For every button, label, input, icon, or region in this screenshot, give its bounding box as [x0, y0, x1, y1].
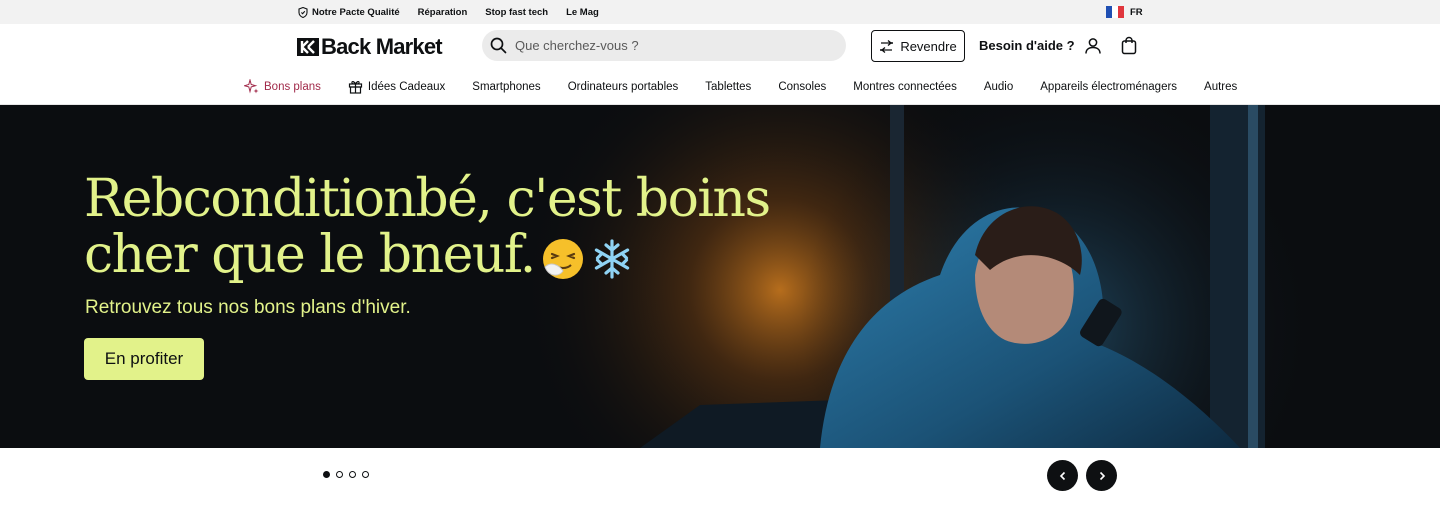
nav-item-label: Montres connectées [853, 80, 957, 93]
hero-title-line-2: cher que le bneuf. [84, 225, 536, 285]
nav-item-label: Ordinateurs portables [567, 80, 679, 93]
nav-item-deals[interactable]: Bons plans [244, 79, 321, 94]
chevron-left-icon [1059, 471, 1065, 480]
nav-item-label: Autres [1204, 80, 1238, 93]
chevron-right-icon [1099, 471, 1105, 480]
shield-icon [298, 6, 308, 18]
sneezing-face-icon [542, 238, 583, 279]
search-bar[interactable] [482, 30, 846, 61]
language-selector[interactable]: FR [1106, 0, 1143, 24]
france-flag-icon [1106, 6, 1124, 18]
nav-item-tablets[interactable]: Tablettes [705, 81, 751, 93]
utility-link-label: Réparation [417, 6, 468, 18]
logo-text: Back Market [321, 34, 443, 59]
nav-item-audio[interactable]: Audio [984, 81, 1013, 93]
nav-item-label: Consoles [778, 80, 827, 93]
hero-title-line-2-wrap: cher que le bneuf. [84, 227, 784, 283]
gift-icon [348, 81, 363, 94]
carousel-next-button[interactable] [1086, 460, 1117, 491]
nav-item-label: Smartphones [472, 80, 541, 93]
search-input[interactable] [515, 38, 815, 53]
utility-link-stop-fast-tech[interactable]: Stop fast tech [485, 7, 548, 18]
snowflake-icon [594, 238, 629, 279]
sell-button[interactable]: Revendre [871, 30, 965, 62]
utility-links: Notre Pacte Qualité Réparation Stop fast… [298, 0, 599, 24]
carousel-dot[interactable] [323, 471, 330, 478]
nav-item-label: Appareils électroménagers [1040, 80, 1178, 93]
carousel-dot[interactable] [336, 471, 343, 478]
sell-button-label: Revendre [900, 38, 957, 54]
nav-item-smartphones[interactable]: Smartphones [472, 81, 540, 93]
nav-item-label: Tablettes [705, 80, 752, 93]
hero-title: Rebconditionbé, c'est boins cher que le … [84, 171, 784, 283]
utility-link-label: Notre Pacte Qualité [312, 6, 400, 18]
logo[interactable]: Back Market [297, 34, 443, 59]
nav-item-consoles[interactable]: Consoles [778, 81, 826, 93]
user-icon[interactable] [1084, 37, 1102, 55]
category-nav-items: Bons plans Idées Cadeaux Smartphones Ord… [244, 68, 1264, 105]
help-link[interactable]: Besoin d'aide ? [979, 38, 1075, 53]
hero-title-line-1: Rebconditionbé, c'est boins [84, 169, 771, 229]
category-nav: Bons plans Idées Cadeaux Smartphones Ord… [0, 68, 1440, 105]
utility-link-mag[interactable]: Le Mag [566, 7, 599, 18]
hero-banner[interactable]: Rebconditionbé, c'est boins cher que le … [0, 105, 1440, 448]
sparkle-icon [244, 79, 259, 94]
nav-item-others[interactable]: Autres [1204, 81, 1237, 93]
shopping-bag-icon[interactable] [1120, 36, 1138, 55]
carousel-prev-button[interactable] [1047, 460, 1078, 491]
carousel-dot[interactable] [349, 471, 356, 478]
nav-item-smartwatches[interactable]: Montres connectées [853, 81, 957, 93]
top-utility-bar: Notre Pacte Qualité Réparation Stop fast… [0, 0, 1440, 24]
nav-item-label: Bons plans [264, 80, 321, 93]
hero-subtitle: Retrouvez tous nos bons plans d'hiver. [85, 297, 411, 318]
nav-item-label: Idées Cadeaux [367, 80, 446, 93]
hero-cta-button[interactable]: En profiter [84, 338, 204, 380]
nav-item-laptops[interactable]: Ordinateurs portables [568, 81, 679, 93]
language-label: FR [1130, 6, 1143, 18]
search-icon [490, 37, 507, 54]
nav-item-label: Audio [983, 80, 1014, 93]
nav-item-appliances[interactable]: Appareils électroménagers [1040, 81, 1177, 93]
carousel-dot[interactable] [362, 471, 369, 478]
main-header: Back Market Revendre Besoin d'aide ? [0, 24, 1440, 68]
utility-link-label: Stop fast tech [485, 6, 549, 18]
back-market-logo-icon [297, 38, 319, 56]
utility-link-repair[interactable]: Réparation [418, 7, 468, 18]
nav-item-gift-ideas[interactable]: Idées Cadeaux [348, 79, 445, 94]
utility-link-quality-pact[interactable]: Notre Pacte Qualité [298, 6, 400, 18]
carousel-dots [323, 471, 369, 478]
utility-link-label: Le Mag [566, 6, 599, 18]
swap-icon [880, 39, 894, 53]
